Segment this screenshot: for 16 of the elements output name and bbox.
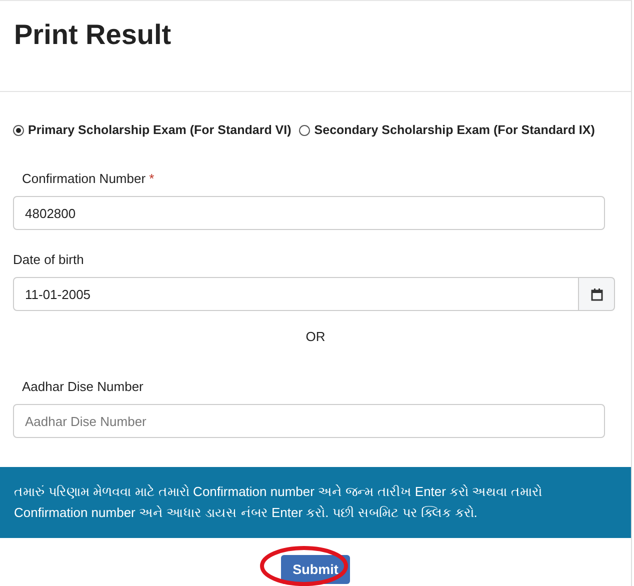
field-label: Aadhar Dise Number xyxy=(22,379,144,394)
input-field[interactable]: 4802800 xyxy=(13,196,605,230)
radio-button[interactable] xyxy=(299,124,310,136)
date-field[interactable]: 11-01-2005 xyxy=(13,277,579,311)
radio-button[interactable] xyxy=(13,124,24,136)
input-field[interactable]: Aadhar Dise Number xyxy=(13,404,605,438)
or-text: OR xyxy=(306,329,326,344)
radio-label: Primary Scholarship Exam (For Standard VI) xyxy=(28,123,292,137)
instruction-text: તમારું પરિણામ મેળવવા માટે તમારો Confirmation number અને જન્મ તારીખ Enter કરો અથવા તમારો Confirmation number અને આધાર ડાયસ નંબર Enter કરો. પછી સબમિટ પર ક્લિક કરો. xyxy=(14,483,543,522)
calendar-button[interactable] xyxy=(579,277,615,311)
calendar-icon xyxy=(590,288,602,300)
required-mark: * xyxy=(149,171,154,186)
field-label: Date of birth xyxy=(13,252,84,267)
field-label: Confirmation Number xyxy=(22,171,146,186)
radio-label: Secondary Scholarship Exam (For Standard IX) xyxy=(314,123,595,137)
page-title: Print Result xyxy=(14,18,172,51)
